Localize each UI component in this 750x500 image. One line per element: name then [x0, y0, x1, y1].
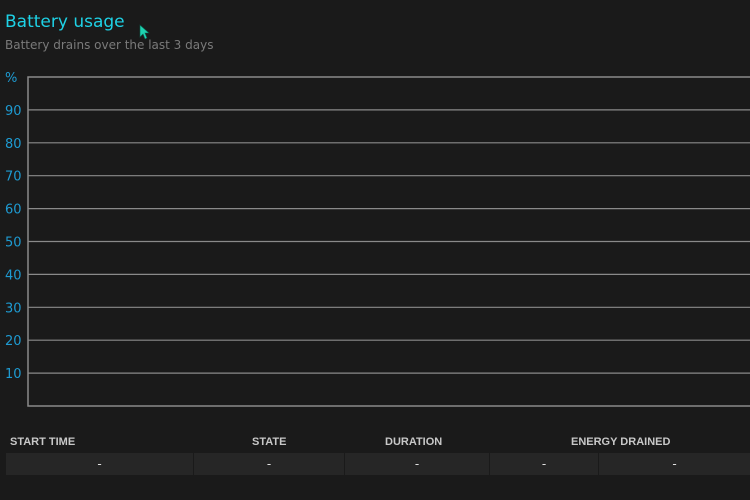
y-axis-label: %: [5, 71, 17, 86]
y-tick-label: 40: [5, 268, 22, 283]
y-tick-label: 90: [5, 104, 22, 119]
y-tick-label: 20: [5, 334, 22, 349]
y-tick-label: 60: [5, 203, 22, 218]
y-tick-label: 30: [5, 301, 22, 316]
y-tick-label: 50: [5, 236, 22, 251]
battery-usage-chart: 90 80 70 60 50 40 30 20 10%: [5, 71, 750, 407]
column-header-energy-drained: ENERGY DRAINED: [571, 436, 671, 448]
y-tick-label: 10: [5, 367, 22, 382]
cell-duration: -: [345, 453, 489, 475]
cell-start-time: -: [6, 453, 193, 475]
y-tick-label: 80: [5, 137, 22, 152]
column-header-state: STATE: [252, 436, 287, 448]
y-tick-label: 70: [5, 170, 22, 185]
cell-state: -: [194, 453, 344, 475]
cell-energy-drained-percent: -: [599, 453, 750, 475]
column-header-duration: DURATION: [385, 436, 443, 448]
cell-energy-drained: -: [490, 453, 598, 475]
column-header-start-time: START TIME: [10, 436, 76, 448]
